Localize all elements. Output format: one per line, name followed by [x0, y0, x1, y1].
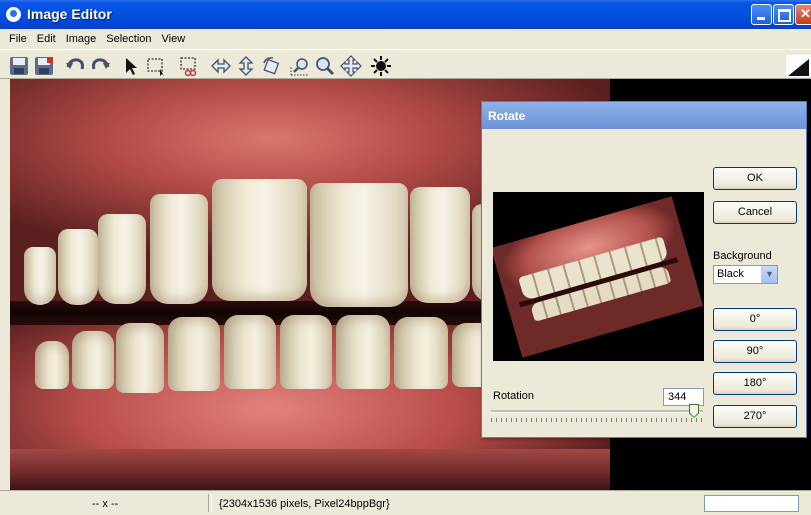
toolbar	[0, 49, 811, 79]
photo-tooth	[280, 315, 332, 389]
rotate-180-button[interactable]: 180°	[713, 372, 797, 395]
status-separator	[208, 494, 212, 512]
menu-image[interactable]: Image	[61, 31, 102, 47]
menu-edit[interactable]: Edit	[32, 31, 61, 47]
chevron-down-icon[interactable]: ▼	[761, 266, 777, 283]
status-progress-bar	[704, 495, 799, 512]
status-bar: -- x -- {2304x1536 pixels, Pixel24bppBgr…	[0, 490, 811, 515]
photo-tooth	[72, 331, 114, 389]
dialog-title-bar[interactable]: Rotate	[482, 102, 806, 129]
photo-tooth	[35, 341, 69, 389]
rotation-slider-ticks	[491, 418, 703, 422]
minimize-button[interactable]	[751, 4, 772, 25]
photo-tooth	[24, 247, 56, 305]
histogram-icon[interactable]	[786, 55, 811, 77]
photo-tooth	[116, 323, 164, 393]
photo-tooth	[410, 187, 470, 303]
status-coordinates: -- x --	[92, 498, 119, 510]
brightness-icon[interactable]	[370, 55, 392, 77]
rotation-preview	[493, 192, 704, 361]
select-rectangle-icon[interactable]	[145, 55, 167, 77]
status-image-info: {2304x1536 pixels, Pixel24bppBgr}	[219, 498, 390, 510]
dialog-title: Rotate	[488, 109, 526, 123]
crop-icon[interactable]	[178, 55, 200, 77]
rotate-0-button[interactable]: 0°	[713, 308, 797, 331]
menu-bar: File Edit Image Selection View	[0, 29, 811, 49]
photo-tooth	[224, 315, 276, 389]
photo-tooth	[394, 317, 448, 389]
background-select[interactable]: Black ▼	[713, 265, 778, 284]
menu-view[interactable]: View	[157, 31, 191, 47]
zoom-out-icon[interactable]	[314, 55, 336, 77]
rotation-slider[interactable]	[491, 410, 703, 413]
rotate-dialog: Rotate OK Cancel Background Black ▼ 0° 9…	[481, 101, 807, 438]
photo-tooth	[310, 183, 408, 307]
cancel-button[interactable]: Cancel	[713, 201, 797, 224]
rotate-90-button[interactable]: 90°	[713, 340, 797, 363]
redo-icon[interactable]	[90, 55, 112, 77]
photo-tooth	[150, 194, 208, 304]
close-button[interactable]	[795, 4, 811, 25]
title-bar: Image Editor	[0, 0, 811, 29]
ok-button[interactable]: OK	[713, 167, 797, 190]
rotate-icon[interactable]	[260, 55, 282, 77]
photo-tooth	[168, 317, 220, 391]
save-icon[interactable]	[8, 55, 30, 77]
flip-horizontal-icon[interactable]	[210, 55, 232, 77]
photo-tooth	[336, 315, 390, 389]
save-as-icon[interactable]	[33, 55, 55, 77]
rotate-270-button[interactable]: 270°	[713, 405, 797, 428]
menu-file[interactable]: File	[4, 31, 32, 47]
photo-tooth	[58, 229, 98, 305]
photo-tooth	[98, 214, 146, 304]
flip-vertical-icon[interactable]	[235, 55, 257, 77]
photo-tooth	[212, 179, 307, 301]
zoom-in-icon[interactable]	[289, 55, 311, 77]
photo-lower-lip	[10, 449, 610, 490]
undo-icon[interactable]	[64, 55, 86, 77]
pan-icon[interactable]	[340, 55, 362, 77]
menu-selection[interactable]: Selection	[101, 31, 156, 47]
background-selected-value: Black	[717, 268, 744, 280]
rotation-slider-thumb[interactable]	[688, 404, 699, 419]
window-title: Image Editor	[27, 6, 112, 22]
pointer-icon[interactable]	[120, 55, 142, 77]
preview-image	[493, 196, 704, 358]
maximize-button[interactable]	[773, 4, 794, 25]
rotation-label: Rotation	[493, 390, 534, 402]
background-label: Background	[713, 250, 772, 262]
app-icon[interactable]	[6, 7, 21, 22]
